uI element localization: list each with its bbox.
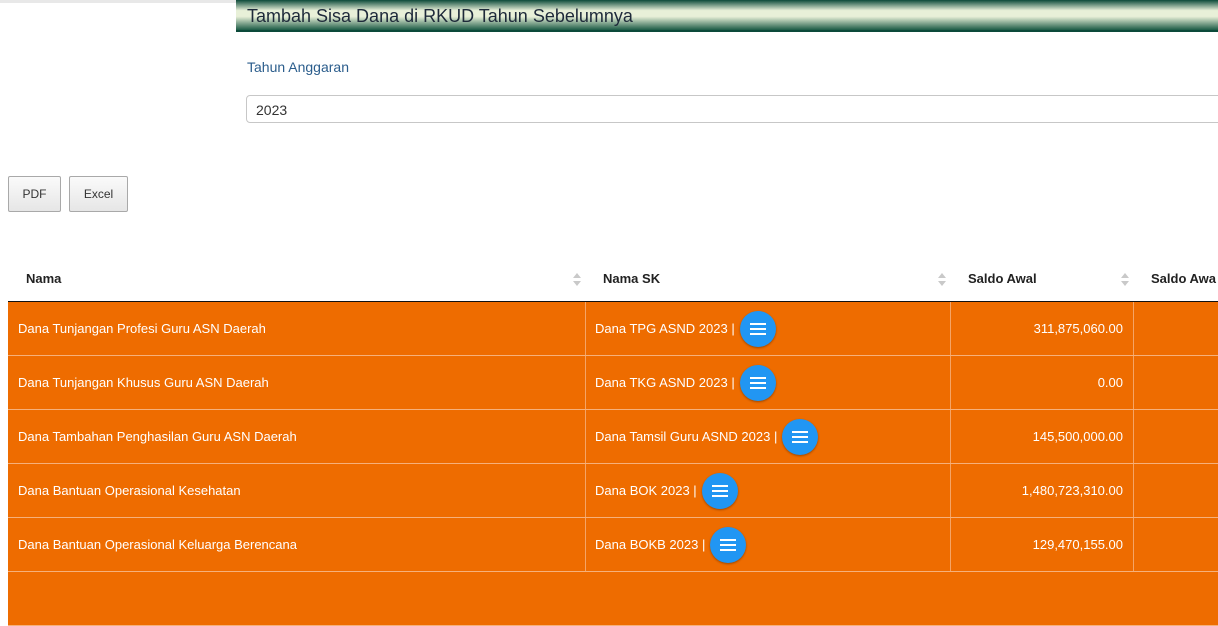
menu-icon[interactable] bbox=[739, 310, 776, 347]
cell-saldo-awal-2 bbox=[1133, 356, 1218, 409]
cell-saldo-awal: 311,875,060.00 bbox=[950, 302, 1133, 355]
sort-icon bbox=[573, 273, 581, 287]
title-bar: Tambah Sisa Dana di RKUD Tahun Sebelumny… bbox=[236, 0, 1218, 32]
year-select[interactable]: 2023 bbox=[246, 95, 1218, 123]
menu-icon[interactable] bbox=[782, 418, 819, 455]
cell-nama: Dana Bantuan Operasional Keluarga Berenc… bbox=[18, 537, 297, 552]
cell-nama: Dana Tunjangan Profesi Guru ASN Daerah bbox=[18, 321, 266, 336]
sort-icon bbox=[1121, 273, 1129, 287]
cell-saldo-awal-2 bbox=[1133, 464, 1218, 517]
table-row: Dana Tunjangan Khusus Guru ASN Daerah Da… bbox=[8, 356, 1218, 410]
cell-saldo-awal: 145,500,000.00 bbox=[950, 410, 1133, 463]
cell-saldo-awal: 1,480,723,310.00 bbox=[950, 464, 1133, 517]
pdf-button[interactable]: PDF bbox=[8, 176, 61, 212]
table-row: Dana Tambahan Penghasilan Guru ASN Daera… bbox=[8, 410, 1218, 464]
cell-nama-sk-text: Dana BOK 2023 | bbox=[595, 483, 697, 498]
cell-nama-sk: Dana BOK 2023 | bbox=[585, 464, 950, 517]
menu-icon[interactable] bbox=[710, 526, 747, 563]
year-label: Tahun Anggaran bbox=[247, 59, 349, 75]
cell-nama-sk-text: Dana TKG ASND 2023 | bbox=[595, 375, 735, 390]
table-row: Dana Bantuan Operasional Kesehatan Dana … bbox=[8, 464, 1218, 518]
cell-saldo-awal-2 bbox=[1133, 518, 1218, 571]
cell-nama-sk: Dana BOKB 2023 | bbox=[585, 518, 950, 571]
header-saldo-awal[interactable]: Saldo Awal bbox=[950, 262, 1133, 300]
excel-button[interactable]: Excel bbox=[69, 176, 128, 212]
header-nama-sk[interactable]: Nama SK bbox=[585, 262, 950, 300]
data-table: Nama Nama SK Saldo Awal Saldo Awa Dana T… bbox=[8, 262, 1218, 626]
cell-nama: Dana Tambahan Penghasilan Guru ASN Daera… bbox=[18, 429, 297, 444]
cell-saldo-awal-2 bbox=[1133, 302, 1218, 355]
page-title: Tambah Sisa Dana di RKUD Tahun Sebelumny… bbox=[247, 6, 633, 26]
menu-icon[interactable] bbox=[739, 364, 776, 401]
table-row: Dana Bantuan Operasional Keluarga Berenc… bbox=[8, 518, 1218, 572]
cell-nama-sk-text: Dana Tamsil Guru ASND 2023 | bbox=[595, 429, 778, 444]
header-saldo-awal-label: Saldo Awal bbox=[968, 271, 1037, 286]
cell-nama-sk-text: Dana BOKB 2023 | bbox=[595, 537, 706, 552]
sort-icon bbox=[938, 273, 946, 287]
table-row: Dana Tunjangan Profesi Guru ASN Daerah D… bbox=[8, 302, 1218, 356]
cell-nama: Dana Tunjangan Khusus Guru ASN Daerah bbox=[18, 375, 269, 390]
header-saldo-awal-2[interactable]: Saldo Awa bbox=[1133, 262, 1218, 300]
year-select-value: 2023 bbox=[256, 102, 288, 118]
table-row-partial bbox=[8, 572, 1218, 626]
header-nama-label: Nama bbox=[26, 271, 62, 286]
cell-nama-sk: Dana Tamsil Guru ASND 2023 | bbox=[585, 410, 950, 463]
cell-nama-sk: Dana TKG ASND 2023 | bbox=[585, 356, 950, 409]
cell-saldo-awal-2 bbox=[1133, 410, 1218, 463]
table-header: Nama Nama SK Saldo Awal Saldo Awa bbox=[8, 262, 1218, 302]
menu-icon[interactable] bbox=[701, 472, 738, 509]
cell-nama-sk-text: Dana TPG ASND 2023 | bbox=[595, 321, 735, 336]
cell-saldo-awal: 129,470,155.00 bbox=[950, 518, 1133, 571]
cell-nama-sk: Dana TPG ASND 2023 | bbox=[585, 302, 950, 355]
cell-saldo-awal: 0.00 bbox=[950, 356, 1133, 409]
header-nama-sk-label: Nama SK bbox=[603, 271, 661, 286]
cell-nama: Dana Bantuan Operasional Kesehatan bbox=[18, 483, 241, 498]
header-saldo-awal-2-label: Saldo Awa bbox=[1151, 271, 1217, 286]
header-nama[interactable]: Nama bbox=[8, 262, 585, 300]
